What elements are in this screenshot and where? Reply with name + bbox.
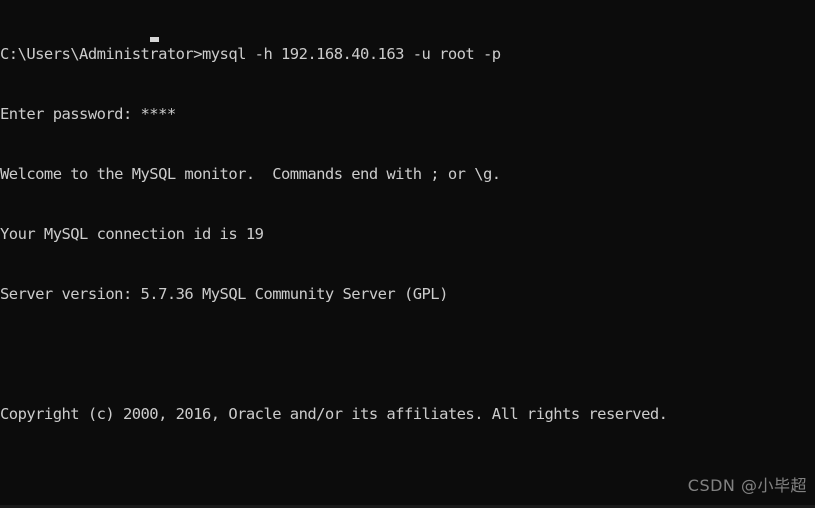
terminal-line-password-prompt: Enter password: **** [0, 105, 176, 123]
terminal-line-connection-id: Your MySQL connection id is 19 [0, 225, 264, 243]
text-cursor [150, 37, 159, 42]
terminal-line-blank-2 [0, 464, 815, 484]
terminal-output-area[interactable]: C:\Users\Administrator>mysql -h 192.168.… [0, 4, 815, 508]
terminal-line-prompt-command: C:\Users\Administrator>mysql -h 192.168.… [0, 45, 501, 63]
terminal-line-welcome: Welcome to the MySQL monitor. Commands e… [0, 165, 501, 183]
terminal-line-blank-1 [0, 344, 815, 364]
terminal-line-copyright: Copyright (c) 2000, 2016, Oracle and/or … [0, 405, 668, 423]
terminal-line-server-version: Server version: 5.7.36 MySQL Community S… [0, 285, 448, 303]
command-prompt-window[interactable]: C:\Users\Administrator>mysql -h 192.168.… [0, 0, 815, 508]
